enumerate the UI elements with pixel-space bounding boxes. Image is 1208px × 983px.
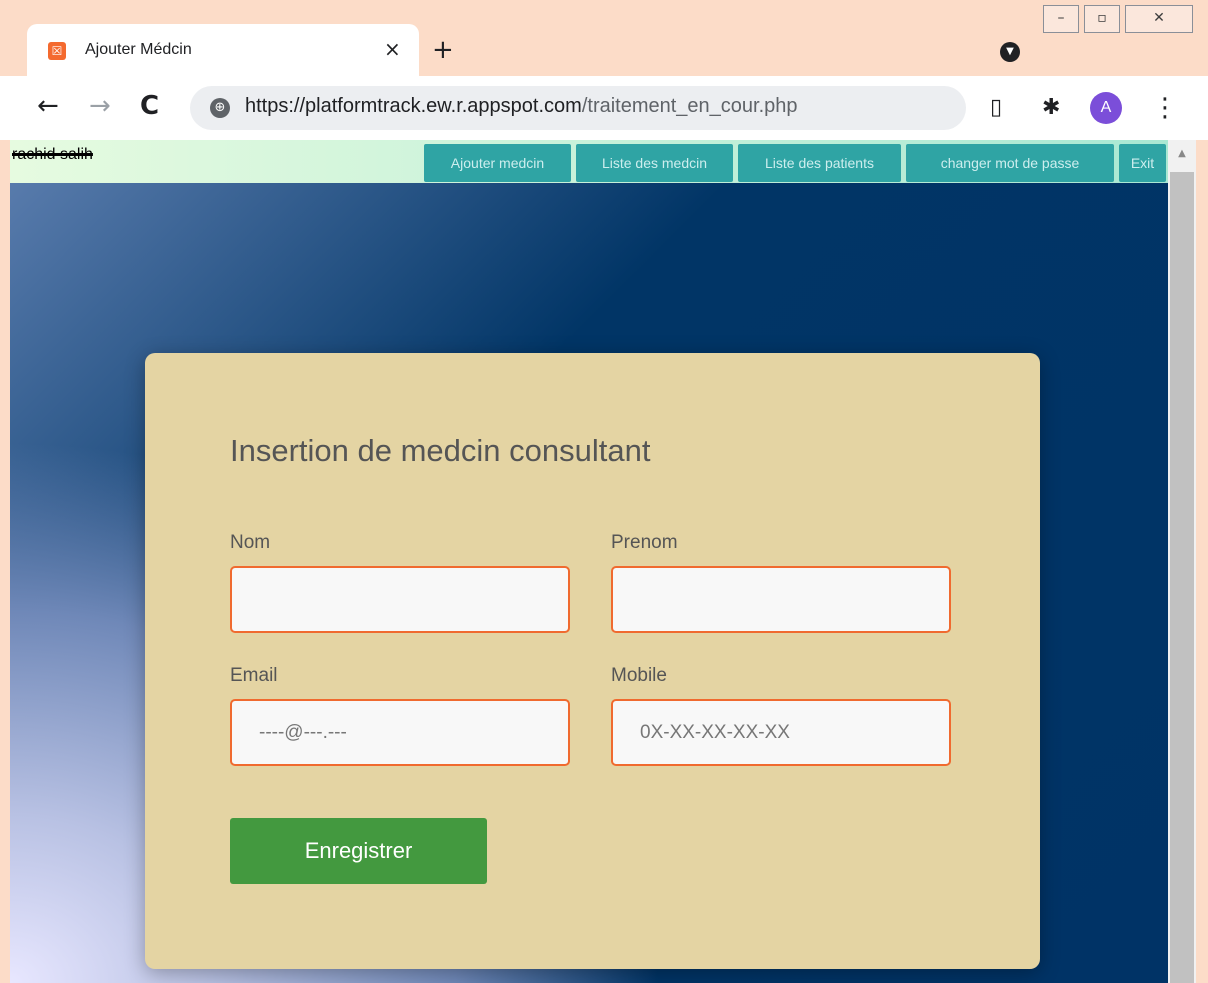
- browser-titlebar: ☒ Ajouter Médcin × + ▼ – ▫ ✕: [0, 0, 1208, 76]
- email-label: Email: [230, 665, 278, 686]
- tab-close-icon[interactable]: ×: [384, 37, 401, 61]
- scroll-thumb[interactable]: [1170, 172, 1194, 983]
- globe-icon: ⊕: [210, 98, 230, 118]
- nav-ajouter-medcin[interactable]: Ajouter medcin: [424, 144, 571, 182]
- tab-search-icon[interactable]: ▼: [1000, 42, 1020, 62]
- reload-icon[interactable]: C: [140, 89, 159, 123]
- nom-input[interactable]: [230, 566, 570, 633]
- maximize-button[interactable]: ▫: [1084, 5, 1120, 33]
- address-bar[interactable]: ⊕ https://platformtrack.ew.r.appspot.com…: [190, 86, 966, 130]
- window-left-edge: [0, 140, 10, 983]
- scroll-up-arrow-icon[interactable]: ▲: [1168, 148, 1196, 159]
- mobile-input[interactable]: [611, 699, 951, 766]
- url-text: https://platformtrack.ew.r.appspot.com/t…: [245, 95, 798, 117]
- enregistrer-button[interactable]: Enregistrer: [230, 818, 487, 884]
- prenom-label: Prenom: [611, 532, 678, 553]
- tab-title: Ajouter Médcin: [85, 41, 192, 58]
- page-scrollbar[interactable]: ▲: [1168, 140, 1196, 983]
- more-menu-icon[interactable]: ⋮: [1152, 92, 1178, 124]
- nav-liste-patients[interactable]: Liste des patients: [738, 144, 901, 182]
- nav-liste-medcin[interactable]: Liste des medcin: [576, 144, 733, 182]
- nav-changer-mot-de-passe[interactable]: changer mot de passe: [906, 144, 1114, 182]
- forward-arrow-icon[interactable]: →: [89, 89, 111, 123]
- nav-exit[interactable]: Exit: [1119, 144, 1166, 182]
- back-arrow-icon[interactable]: ←: [37, 89, 59, 123]
- page-viewport: rachid salih Ajouter medcin Liste des me…: [10, 140, 1168, 983]
- nom-label: Nom: [230, 532, 271, 553]
- xampp-favicon-icon: ☒: [48, 42, 66, 60]
- new-tab-button[interactable]: +: [432, 37, 454, 63]
- form-card: Insertion de medcin consultant Nom Preno…: [145, 353, 1040, 969]
- close-window-button[interactable]: ✕: [1125, 5, 1193, 33]
- profile-avatar[interactable]: A: [1090, 92, 1122, 124]
- user-name: rachid salih: [12, 146, 93, 163]
- prenom-input[interactable]: [611, 566, 951, 633]
- browser-toolbar: ← → C ⊕ https://platformtrack.ew.r.appsp…: [0, 76, 1208, 140]
- device-toolbar-icon[interactable]: ▯: [990, 94, 1002, 122]
- form-title: Insertion de medcin consultant: [230, 433, 651, 468]
- app-header: rachid salih Ajouter medcin Liste des me…: [10, 140, 1168, 183]
- browser-tab[interactable]: ☒ Ajouter Médcin ×: [27, 24, 419, 76]
- window-right-edge: [1196, 140, 1208, 983]
- extensions-puzzle-icon[interactable]: ✱: [1042, 94, 1060, 122]
- email-input[interactable]: [230, 699, 570, 766]
- minimize-button[interactable]: –: [1043, 5, 1079, 33]
- mobile-label: Mobile: [611, 665, 667, 686]
